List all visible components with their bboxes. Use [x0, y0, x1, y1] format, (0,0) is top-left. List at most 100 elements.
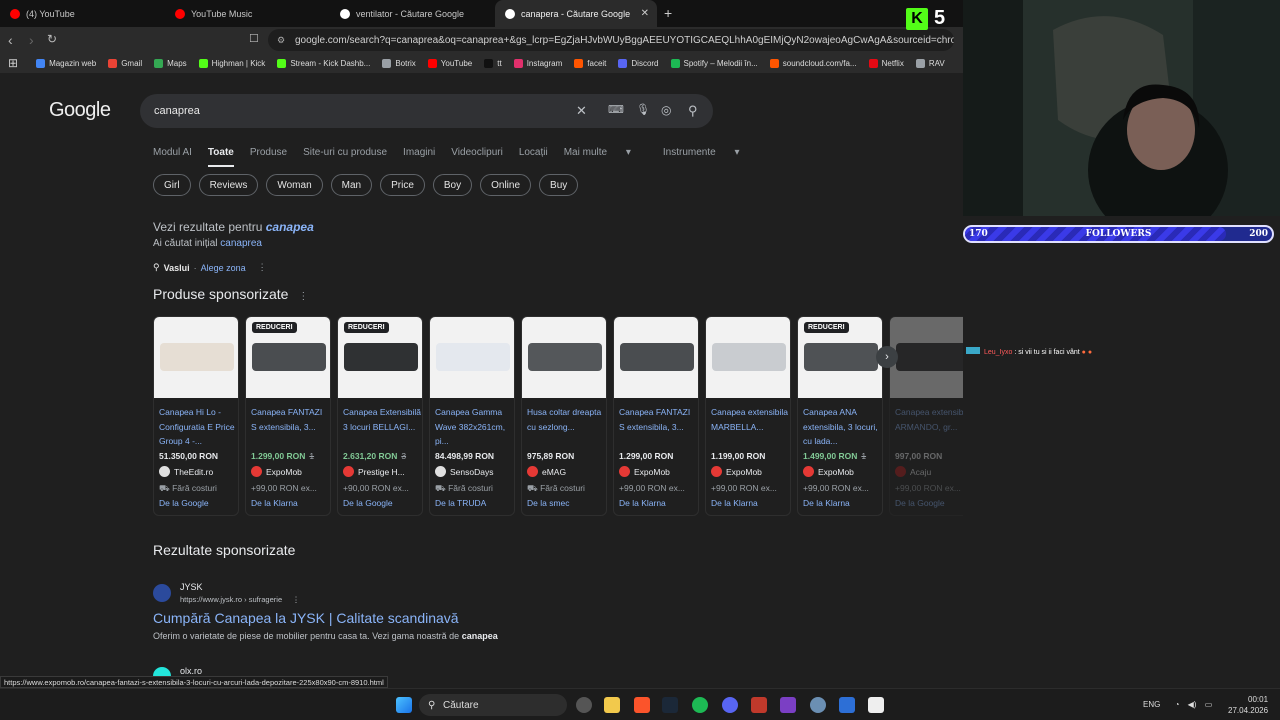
- more-options-icon[interactable]: ⋮: [258, 262, 267, 273]
- product-card[interactable]: Canapea FANTAZI S extensibila, 3... 1.299…: [613, 316, 699, 516]
- bookmark-item[interactable]: Discord: [618, 58, 659, 68]
- task-view-icon[interactable]: [576, 697, 592, 713]
- tab-images[interactable]: Imagini: [403, 147, 435, 167]
- brave-icon[interactable]: [634, 697, 650, 713]
- tab-ai-mode[interactable]: Modul AI: [153, 147, 192, 167]
- refinement-chip[interactable]: Boy: [432, 174, 473, 196]
- keyboard-icon[interactable]: ⌨: [608, 103, 624, 116]
- bookmark-item[interactable]: faceit: [574, 58, 606, 68]
- bookmark-item[interactable]: Spotify – Melodii în...: [670, 58, 758, 68]
- tab-ventilator-search[interactable]: ventilator - Căutare Google: [330, 0, 495, 27]
- tab-tools[interactable]: Instrumente ▾: [663, 147, 756, 167]
- product-card[interactable]: Canapea extensibila ARMANDO, gr... 997,00…: [889, 316, 963, 516]
- seller-source-link[interactable]: De la Google: [343, 498, 393, 508]
- refinement-chip[interactable]: Man: [330, 174, 373, 196]
- corrected-query-link[interactable]: canapea: [266, 220, 314, 234]
- tab-canaprea-search[interactable]: canapera - Căutare Google ✕: [495, 0, 657, 27]
- product-image[interactable]: [154, 317, 238, 398]
- product-title[interactable]: Canapea FANTAZI S extensibila, 3...: [619, 405, 697, 434]
- new-tab-icon[interactable]: +: [664, 5, 672, 21]
- seller-source-link[interactable]: De la Klarna: [251, 498, 298, 508]
- seller-source-link[interactable]: De la Google: [159, 498, 209, 508]
- product-card[interactable]: Husa coltar dreapta cu sezlong... 975,89 …: [521, 316, 607, 516]
- bookmark-item[interactable]: soundcloud.com/fa...: [769, 58, 857, 68]
- app-icon[interactable]: [868, 697, 884, 713]
- bookmark-item[interactable]: Stream - Kick Dashb...: [277, 58, 370, 68]
- choose-area-link[interactable]: Alege zona: [201, 263, 246, 273]
- app-icon[interactable]: [839, 697, 855, 713]
- tab-places[interactable]: Locații: [519, 147, 548, 167]
- close-tab-icon[interactable]: ✕: [641, 8, 649, 19]
- bookmark-item[interactable]: Netflix: [868, 58, 904, 68]
- ad-title-link[interactable]: Cumpără Canapea la JYSK | Calitate scand…: [153, 610, 459, 626]
- refinement-chip[interactable]: Buy: [539, 174, 579, 196]
- site-info-icon[interactable]: ⚙: [277, 35, 285, 46]
- tab-product-sites[interactable]: Site-uri cu produse: [303, 147, 387, 167]
- result-site-name[interactable]: olx.ro: [180, 666, 202, 676]
- product-image[interactable]: REDUCERI: [798, 317, 882, 398]
- product-title[interactable]: Canapea Extensibilă 3 locuri BELLAGI...: [343, 405, 421, 434]
- seller-source-link[interactable]: De la Klarna: [619, 498, 666, 508]
- product-card[interactable]: Canapea Hi Lo - Configuratia E Price Gro…: [153, 316, 239, 516]
- product-card[interactable]: Canapea extensibila MARBELLA... 1.199,00 …: [705, 316, 791, 516]
- product-title[interactable]: Canapea Gamma Wave 382x261cm, pi...: [435, 405, 513, 449]
- product-card[interactable]: REDUCERI Canapea ANA extensibila, 3 locur…: [797, 316, 883, 516]
- product-image[interactable]: REDUCERI: [246, 317, 330, 398]
- clock[interactable]: 00:01 27.04.2026: [1228, 694, 1268, 716]
- discord-icon[interactable]: [722, 697, 738, 713]
- refinement-chip[interactable]: Woman: [266, 174, 323, 196]
- bookmark-item[interactable]: Instagram: [513, 58, 562, 68]
- product-title[interactable]: Canapea ANA extensibila, 3 locuri, cu la…: [803, 405, 881, 449]
- settings-icon[interactable]: [810, 697, 826, 713]
- search-box[interactable]: canaprea ✕ ⌨ 🎙 ◎ ⚲: [140, 94, 713, 128]
- product-image[interactable]: [522, 317, 606, 398]
- battery-icon[interactable]: ▭: [1205, 700, 1213, 709]
- bookmark-item[interactable]: Highman | Kick: [198, 58, 265, 68]
- app-icon[interactable]: [751, 697, 767, 713]
- tab-youtube-music[interactable]: YouTube Music: [165, 0, 330, 27]
- product-title[interactable]: Canapea extensibila MARBELLA...: [711, 405, 789, 434]
- refinement-chip[interactable]: Price: [380, 174, 425, 196]
- obs-icon[interactable]: [780, 697, 796, 713]
- product-card[interactable]: REDUCERI Canapea Extensibilă 3 locuri BEL…: [337, 316, 423, 516]
- volume-icon[interactable]: ◀): [1188, 700, 1197, 709]
- product-card[interactable]: Canapea Gamma Wave 382x261cm, pi... 84.49…: [429, 316, 515, 516]
- more-options-icon[interactable]: ⋮: [298, 291, 308, 302]
- seller-source-link[interactable]: De la TRUDA: [435, 498, 486, 508]
- bookmark-item[interactable]: YouTube: [427, 58, 472, 68]
- tab-youtube[interactable]: (4) YouTube: [0, 0, 165, 27]
- bookmark-star-icon[interactable]: ☐: [249, 32, 259, 45]
- ad-site-name[interactable]: JYSK: [180, 582, 203, 592]
- wifi-icon[interactable]: ◔: [1175, 700, 1180, 709]
- carousel-next-button[interactable]: ›: [876, 346, 898, 368]
- address-bar[interactable]: ⚙ google.com/search?q=canaprea&oq=canapr…: [268, 29, 954, 51]
- bookmark-item[interactable]: Gmail: [108, 58, 142, 68]
- product-title[interactable]: Husa coltar dreapta cu sezlong...: [527, 405, 605, 434]
- search-input[interactable]: canaprea: [154, 105, 200, 117]
- start-icon[interactable]: [396, 697, 412, 713]
- tab-all[interactable]: Toate: [207, 147, 234, 167]
- bookmark-item[interactable]: Maps: [154, 58, 187, 68]
- taskbar-search[interactable]: ⚲ Căutare: [419, 694, 567, 716]
- file-explorer-icon[interactable]: [604, 697, 620, 713]
- refinement-chip[interactable]: Reviews: [198, 174, 259, 196]
- lens-icon[interactable]: ◎: [661, 103, 671, 117]
- product-title[interactable]: Canapea Hi Lo - Configuratia E Price Gro…: [159, 405, 237, 449]
- product-image[interactable]: REDUCERI: [338, 317, 422, 398]
- product-image[interactable]: [890, 317, 963, 398]
- apps-grid-icon[interactable]: ⊞: [8, 56, 18, 70]
- product-image[interactable]: [706, 317, 790, 398]
- refinement-chip[interactable]: Girl: [153, 174, 191, 196]
- bookmark-item[interactable]: Botrix: [382, 58, 416, 68]
- ad-url[interactable]: https://www.jysk.ro › sufragerie ⋮: [180, 595, 300, 604]
- language-indicator[interactable]: ENG: [1143, 700, 1160, 709]
- seller-source-link[interactable]: De la Google: [895, 498, 945, 508]
- original-query-link[interactable]: canaprea: [220, 238, 262, 249]
- bookmark-item[interactable]: tt: [484, 58, 502, 68]
- bookmark-item[interactable]: RAV: [915, 58, 945, 68]
- back-icon[interactable]: ‹: [8, 32, 13, 48]
- google-logo[interactable]: Google: [49, 99, 111, 122]
- steam-icon[interactable]: [662, 697, 678, 713]
- bookmark-item[interactable]: Magazin web: [36, 58, 96, 68]
- reload-icon[interactable]: ↻: [47, 32, 57, 46]
